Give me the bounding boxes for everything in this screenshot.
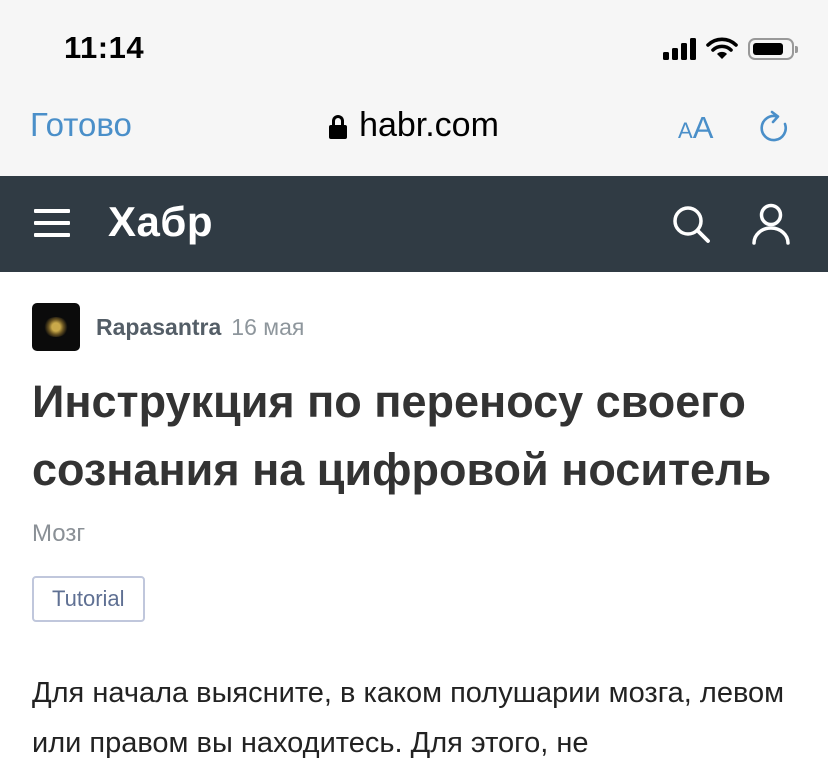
user-icon[interactable] xyxy=(750,202,792,251)
avatar[interactable] xyxy=(32,303,80,351)
lock-icon xyxy=(329,115,348,139)
site-header: Хабр xyxy=(0,176,828,272)
site-logo[interactable]: Хабр xyxy=(108,198,213,246)
domain-label: habr.com xyxy=(359,106,499,144)
author-name[interactable]: Rapasantra xyxy=(96,314,221,341)
tutorial-badge[interactable]: Tutorial xyxy=(32,576,145,622)
wifi-icon xyxy=(706,37,738,61)
text-size-big: A xyxy=(692,110,714,145)
text-size-button[interactable]: AA xyxy=(678,110,713,146)
search-icon[interactable] xyxy=(670,203,712,250)
signal-icon xyxy=(663,38,696,60)
author-row: Rapasantra 16 мая xyxy=(32,303,304,351)
text-size-small: A xyxy=(678,118,693,143)
reload-icon[interactable] xyxy=(758,110,792,151)
battery-icon xyxy=(748,38,798,60)
post-date: 16 мая xyxy=(231,313,305,340)
status-time: 11:14 xyxy=(64,30,145,65)
article-body: Для начала выясните, в каком полушарии м… xyxy=(32,677,785,759)
hub-link[interactable]: Мозг xyxy=(32,520,85,548)
safari-top-bar: 11:14 Готово habr.com AA xyxy=(0,0,828,176)
menu-icon[interactable] xyxy=(34,207,70,239)
status-icons xyxy=(663,36,798,62)
post-title: Инструкция по переносу своего сознания н… xyxy=(32,376,772,495)
